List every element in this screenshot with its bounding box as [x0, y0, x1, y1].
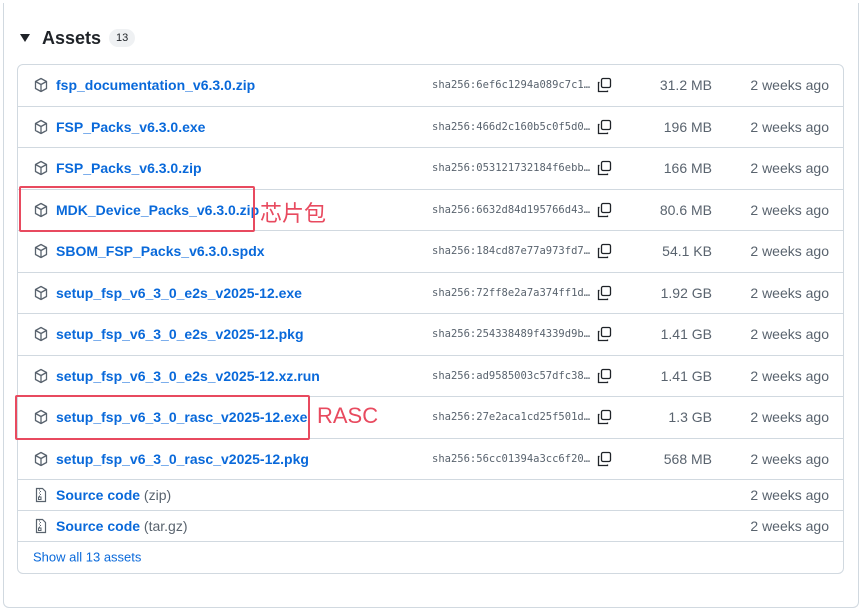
package-icon — [34, 285, 48, 300]
asset-sha: sha256:ad9585003c57dfc38… — [432, 369, 591, 382]
asset-sha: sha256:27e2aca1cd25f501d… — [432, 411, 591, 424]
source-link[interactable]: Source code (tar.gz) — [56, 518, 188, 534]
asset-sha: sha256:6632d84d195766d43… — [432, 203, 591, 216]
source-date: 2 weeks ago — [750, 518, 829, 534]
assets-count-badge: 13 — [109, 29, 136, 47]
asset-size: 54.1 KB — [662, 243, 712, 260]
copy-icon[interactable] — [596, 119, 612, 135]
file-zip-icon — [35, 487, 47, 503]
source-link[interactable]: Source code (zip) — [56, 487, 171, 503]
asset-date: 2 weeks ago — [750, 201, 829, 218]
rasc-highlight-box — [15, 395, 310, 440]
asset-row[interactable]: setup_fsp_v6_3_0_rasc_v2025-12.pkg sha256… — [18, 439, 843, 480]
asset-size: 568 MB — [663, 450, 712, 467]
asset-row[interactable]: FSP_Packs_v6.3.0.exe sha256:466d2c160b5c0… — [18, 107, 843, 148]
asset-row[interactable]: SBOM_FSP_Packs_v6.3.0.spdx sha256:184cd87… — [18, 231, 843, 273]
package-icon — [34, 451, 48, 466]
mdk-highlight-box — [19, 186, 255, 232]
source-label: Source code — [56, 487, 141, 503]
copy-icon[interactable] — [596, 202, 612, 218]
asset-size: 31.2 MB — [659, 77, 712, 94]
asset-date: 2 weeks ago — [750, 160, 829, 177]
copy-icon[interactable] — [596, 451, 612, 467]
asset-date: 2 weeks ago — [750, 284, 829, 301]
rasc-annotation: RASC — [317, 403, 379, 428]
asset-size: 1.3 GB — [668, 409, 712, 426]
asset-size: 1.41 GB — [660, 326, 712, 343]
package-icon — [34, 119, 48, 134]
asset-size: 196 MB — [663, 118, 712, 135]
copy-icon[interactable] — [596, 243, 612, 259]
asset-link[interactable]: fsp_documentation_v6.3.0.zip — [56, 77, 255, 93]
asset-size: 80.6 MB — [659, 201, 712, 218]
asset-link[interactable]: setup_fsp_v6_3_0_rasc_v2025-12.pkg — [56, 451, 309, 467]
copy-icon[interactable] — [596, 326, 612, 342]
asset-row[interactable]: setup_fsp_v6_3_0_e2s_v2025-12.pkg sha256:… — [18, 314, 843, 356]
package-icon — [34, 244, 48, 259]
asset-size: 1.92 GB — [660, 284, 712, 301]
asset-size: 166 MB — [663, 160, 712, 177]
assets-header[interactable]: Assets 13 — [20, 27, 136, 49]
copy-icon[interactable] — [596, 368, 612, 384]
copy-icon[interactable] — [596, 77, 612, 93]
asset-row[interactable]: setup_fsp_v6_3_0_e2s_v2025-12.exe sha256:… — [18, 273, 843, 314]
asset-link[interactable]: SBOM_FSP_Packs_v6.3.0.spdx — [56, 243, 265, 259]
show-all-assets-link[interactable]: Show all 13 assets — [33, 550, 141, 565]
assets-title: Assets — [42, 27, 102, 48]
asset-sha: sha256:72ff8e2a7a374ff1d… — [432, 286, 591, 299]
asset-link[interactable]: setup_fsp_v6_3_0_e2s_v2025-12.exe — [56, 285, 302, 301]
copy-icon[interactable] — [596, 409, 612, 425]
asset-date: 2 weeks ago — [750, 409, 829, 426]
asset-date: 2 weeks ago — [750, 118, 829, 135]
source-row-zip[interactable]: Source code (zip) 2 weeks ago — [18, 480, 843, 511]
asset-link[interactable]: setup_fsp_v6_3_0_e2s_v2025-12.xz.run — [56, 368, 320, 384]
package-icon — [34, 78, 48, 93]
asset-date: 2 weeks ago — [750, 326, 829, 343]
asset-link[interactable]: FSP_Packs_v6.3.0.exe — [56, 119, 205, 135]
asset-sha: sha256:053121732184f6ebb… — [432, 162, 591, 175]
asset-size: 1.41 GB — [660, 367, 712, 384]
package-icon — [34, 327, 48, 342]
asset-row[interactable]: fsp_documentation_v6.3.0.zip sha256:6ef6c… — [18, 65, 843, 107]
asset-link[interactable]: setup_fsp_v6_3_0_e2s_v2025-12.pkg — [56, 326, 304, 342]
asset-sha: sha256:56cc01394a3cc6f20… — [432, 452, 591, 465]
asset-link[interactable]: FSP_Packs_v6.3.0.zip — [56, 160, 202, 176]
source-suffix: (tar.gz) — [143, 518, 188, 534]
source-label: Source code — [56, 518, 141, 534]
package-icon — [34, 368, 48, 383]
show-all-row: Show all 13 assets — [18, 542, 843, 572]
asset-sha: sha256:184cd87e77a973fd7… — [432, 245, 591, 258]
asset-row[interactable]: setup_fsp_v6_3_0_e2s_v2025-12.xz.run sha2… — [18, 356, 843, 397]
asset-sha: sha256:254338489f4339d9b… — [432, 328, 591, 341]
asset-date: 2 weeks ago — [750, 450, 829, 467]
asset-date: 2 weeks ago — [750, 77, 829, 94]
source-row-targz[interactable]: Source code (tar.gz) 2 weeks ago — [18, 511, 843, 542]
copy-icon[interactable] — [596, 160, 612, 176]
source-suffix: (zip) — [143, 487, 172, 503]
copy-icon[interactable] — [596, 285, 612, 301]
asset-date: 2 weeks ago — [750, 367, 829, 384]
assets-list: fsp_documentation_v6.3.0.zip sha256:6ef6c… — [17, 64, 844, 574]
asset-date: 2 weeks ago — [750, 243, 829, 260]
mdk-annotation: 芯片包 — [260, 201, 327, 226]
asset-sha: sha256:466d2c160b5c0f5d0… — [432, 120, 591, 133]
asset-row[interactable]: FSP_Packs_v6.3.0.zip sha256:053121732184f… — [18, 148, 843, 190]
source-date: 2 weeks ago — [750, 487, 829, 503]
asset-sha: sha256:6ef6c1294a089c7c1… — [432, 79, 591, 92]
package-icon — [34, 161, 48, 176]
triangle-down-icon[interactable] — [20, 34, 30, 42]
file-zip-icon — [35, 518, 47, 534]
